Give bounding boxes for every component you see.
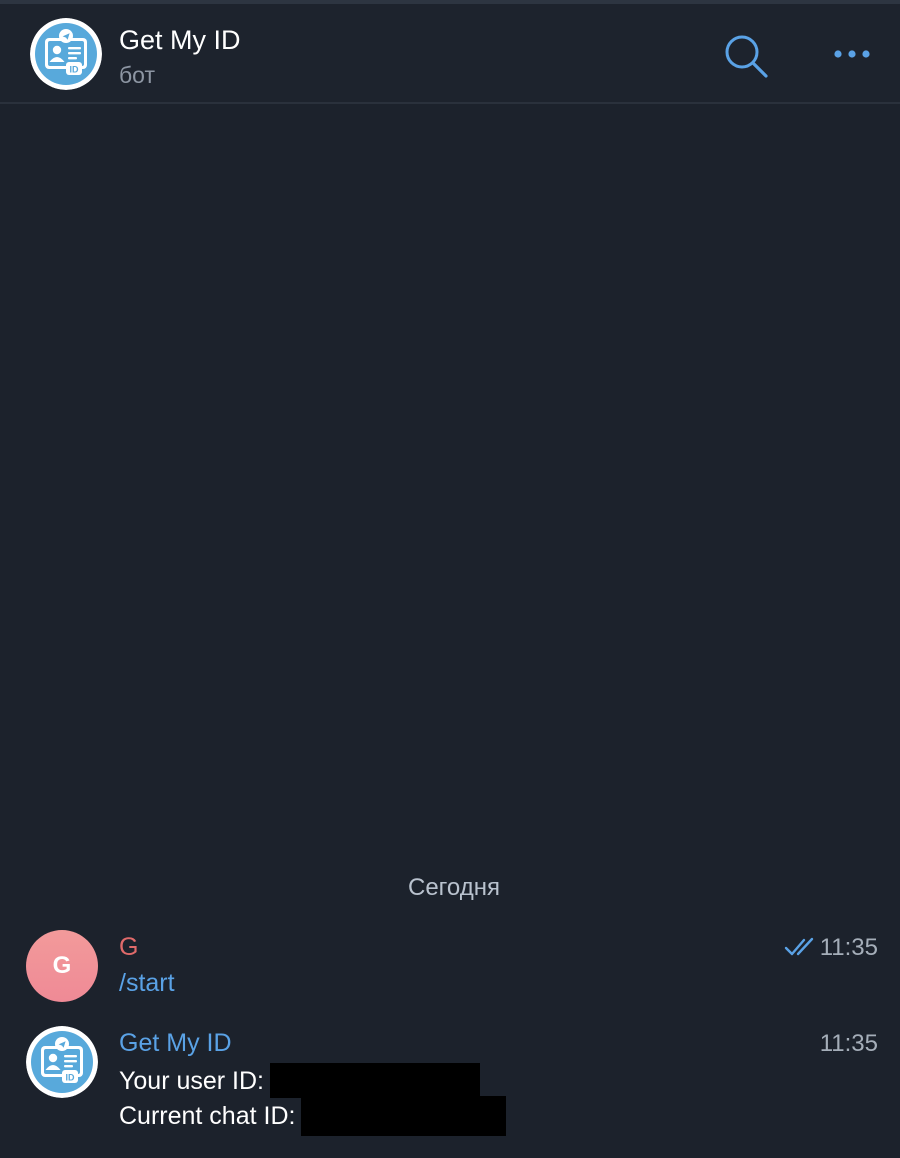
bot-avatar[interactable]: ID (26, 1026, 98, 1098)
message-item[interactable]: ID Get My ID 11:35 Your user ID: Current… (0, 1024, 900, 1144)
chat-subtitle: бот (119, 62, 155, 88)
redacted-chat-id (301, 1096, 507, 1136)
bot-command-link[interactable]: /start (119, 968, 175, 998)
user-id-label: Your user ID: (119, 1066, 264, 1095)
id-card-icon: ID (30, 18, 102, 90)
date-separator: Сегодня (408, 874, 500, 901)
redacted-user-id (269, 1063, 480, 1098)
chat-id-label: Current chat ID: (119, 1102, 296, 1130)
svg-text:ID: ID (70, 65, 80, 75)
svg-text:ID: ID (66, 1073, 76, 1083)
search-icon (725, 35, 768, 78)
message-sender[interactable]: G (119, 932, 138, 962)
user-avatar[interactable]: G (26, 930, 98, 1002)
more-horizontal-icon (834, 50, 870, 58)
message-time: 11:35 (819, 934, 878, 961)
more-options-button[interactable] (828, 38, 876, 74)
message-item[interactable]: G G 11:35 /start (0, 928, 900, 1008)
chat-title[interactable]: Get My ID (119, 24, 241, 56)
telegram-chat-window: ID Get My ID бот Сегодня G G 11:35 /star… (0, 0, 900, 1158)
user-id-line: Your user ID: (119, 1063, 480, 1098)
id-card-icon: ID (26, 1026, 98, 1098)
avatar-letter: G (52, 952, 72, 979)
bot-avatar[interactable]: ID (30, 18, 102, 90)
double-check-icon (784, 937, 814, 956)
chat-id-line: Current chat ID: (119, 1096, 507, 1136)
chat-header: ID Get My ID бот (0, 4, 900, 104)
search-button[interactable] (722, 32, 770, 80)
message-sender[interactable]: Get My ID (119, 1028, 232, 1058)
message-time: 11:35 (819, 1030, 878, 1057)
